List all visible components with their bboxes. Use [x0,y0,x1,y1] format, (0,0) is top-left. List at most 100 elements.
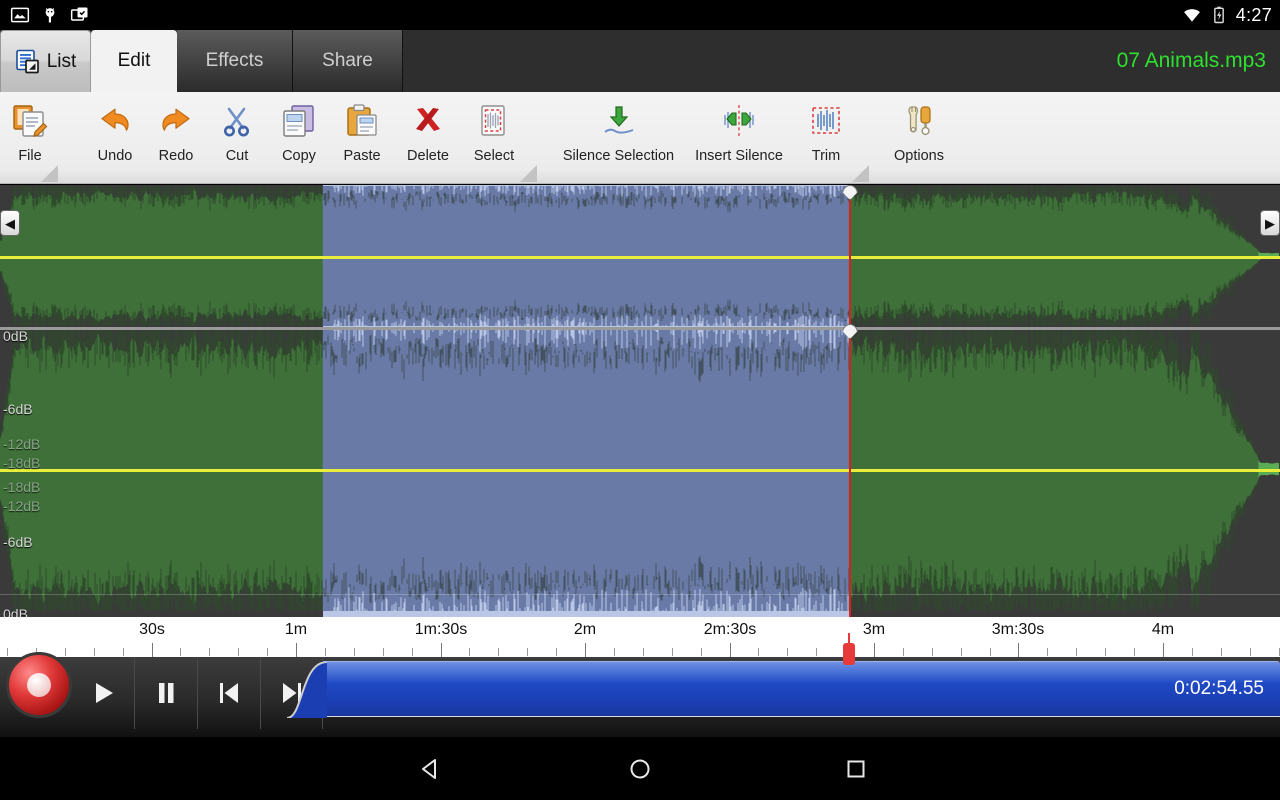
channel-divider-line [0,327,1280,330]
wrench-tools-icon [898,100,940,142]
record-button[interactable] [6,652,72,718]
ruler-tick-minor [354,648,355,656]
trim-dropdown-corner-icon[interactable] [852,165,869,182]
ruler-tick-major [1163,643,1164,657]
tab-list[interactable]: List [0,30,91,92]
ruler-tick-minor [1192,648,1193,656]
nav-home-button[interactable] [610,737,670,800]
screenshot-icon [70,5,90,25]
ruler-tick-minor [267,648,268,656]
ruler-label: 30s [139,621,165,639]
channel-2-center-line [0,469,1280,472]
android-nav-bar [0,737,1280,800]
nav-back-button[interactable] [400,737,460,800]
ruler-label: 3m:30s [992,621,1044,639]
tab-share-label: Share [322,50,373,72]
select-dropdown-corner-icon[interactable] [520,165,537,182]
current-file-title: 07 Animals.mp3 [1117,30,1266,92]
ruler-tick-minor [961,648,962,656]
play-icon [86,676,120,710]
ruler-tick-minor [94,648,95,656]
skip-back-button[interactable] [198,657,261,729]
toolbar-button-options[interactable]: Options [874,92,964,184]
tab-effects[interactable]: Effects [177,30,293,92]
ruler-tick-minor [643,648,644,656]
list-select-icon [15,49,41,75]
ruler-tick-minor [556,648,557,656]
silence-down-arrow-icon [598,100,640,142]
wifi-icon [1182,5,1202,25]
ruler-tick-major [874,643,875,657]
transport-bar: 0:02:54.55 [0,657,1280,737]
ruler-tick-major [296,643,297,657]
ruler-label: 4m [1152,621,1174,639]
ruler-tick-minor [469,648,470,656]
ruler-tick-minor [990,648,991,656]
ruler-tick-minor [412,648,413,656]
file-edit-icon [9,100,51,142]
android-status-bar: 4:27 [0,0,1280,30]
ruler-tick-minor [1134,648,1135,656]
playhead-line[interactable] [849,185,851,617]
ruler-tick-major [1018,643,1019,657]
scroll-right-icon[interactable]: ▶ [1260,210,1280,236]
insert-silence-icon [718,100,760,142]
ruler-tick-minor [614,648,615,656]
pause-button[interactable] [135,657,198,729]
toolbar-button-trim[interactable]: Trim [781,92,871,184]
status-notification-icons [10,0,90,30]
ruler-tick-minor [816,648,817,656]
toolbar-button-silence-selection[interactable]: Silence Selection [553,92,684,184]
ruler-playhead-marker[interactable] [843,643,855,665]
toolbar-label-cut: Cut [226,148,249,164]
ruler-tick-major [152,643,153,657]
toolbar-button-insert-silence[interactable]: Insert Silence [694,92,784,184]
seek-progress-bar[interactable]: 0:02:54.55 [323,661,1280,717]
ruler-tick-major [730,643,731,657]
red-x-icon [407,100,449,142]
current-time-display: 0:02:54.55 [1174,678,1264,700]
ruler-tick-minor [903,648,904,656]
toolbar-button-select[interactable]: Select [449,92,539,184]
toolbar-button-file[interactable]: File [0,92,60,184]
scroll-left-icon[interactable]: ◀ [0,210,20,236]
ruler-tick-minor [123,648,124,656]
undo-arrow-icon [94,100,136,142]
toolbar-label-redo: Redo [159,148,194,164]
waveform-canvas[interactable]: 0dB-6dB-12dB-18dB-18dB-12dB-6dB0dB ◀ ▶ [0,185,1280,617]
toolbar-label-insert-silence: Insert Silence [695,148,783,164]
ruler-tick-major [441,643,442,657]
ruler-label: 1m:30s [415,621,467,639]
select-region-icon [473,100,515,142]
battery-charging-icon [1209,5,1229,25]
grid-line [0,594,1280,595]
tab-bar: List Edit Effects Share 07 Animals.mp3 [0,30,1280,92]
ruler-tick-minor [238,648,239,656]
ruler-tick-minor [1047,648,1048,656]
tab-effects-label: Effects [206,50,264,72]
toolbar-label-copy: Copy [282,148,316,164]
redo-arrow-icon [155,100,197,142]
timeline-ruler[interactable]: 30s1m1m:30s2m2m:30s3m3m:30s4m [0,617,1280,657]
tab-share[interactable]: Share [293,30,403,92]
ruler-tick-minor [7,648,8,656]
ruler-tick-minor [672,648,673,656]
toolbar-label-trim: Trim [812,148,840,164]
skip-back-icon [212,676,246,710]
home-circle-icon [625,754,655,784]
ruler-tick-minor [701,648,702,656]
file-dropdown-corner-icon[interactable] [41,165,58,182]
tab-edit[interactable]: Edit [91,30,177,92]
ruler-tick-minor [787,648,788,656]
nav-recents-button[interactable] [826,737,886,800]
ruler-tick-minor [180,648,181,656]
ruler-tick-minor [527,648,528,656]
ruler-label: 1m [285,621,307,639]
scissors-icon [216,100,258,142]
audio-editor-screen: 4:27 List Edit Effects [0,0,1280,800]
ruler-tick-minor [209,648,210,656]
play-button[interactable] [72,657,135,729]
waveform-graphic [0,185,1280,617]
ruler-label: 2m:30s [704,621,756,639]
channel-1-center-line [0,256,1280,259]
